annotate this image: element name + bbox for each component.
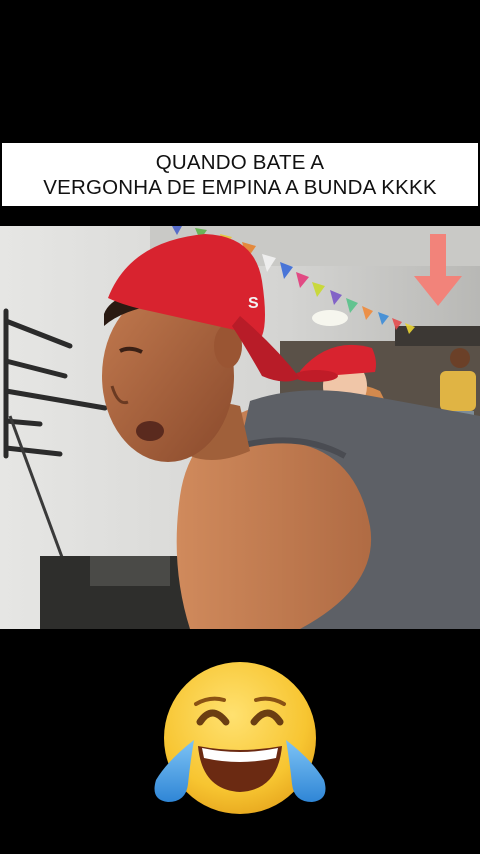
meme-caption: QUANDO BATE A VERGONHA DE EMPINA A BUNDA… [2, 143, 478, 206]
cap-logo: S [248, 295, 259, 312]
ceiling-light [312, 310, 348, 326]
caption-line-2: VERGONHA DE EMPINA A BUNDA KKKK [43, 175, 437, 199]
face-with-tears-of-joy-icon [150, 660, 330, 820]
caption-line-1: QUANDO BATE A [155, 150, 325, 174]
video-frame-photo: S [0, 226, 480, 629]
